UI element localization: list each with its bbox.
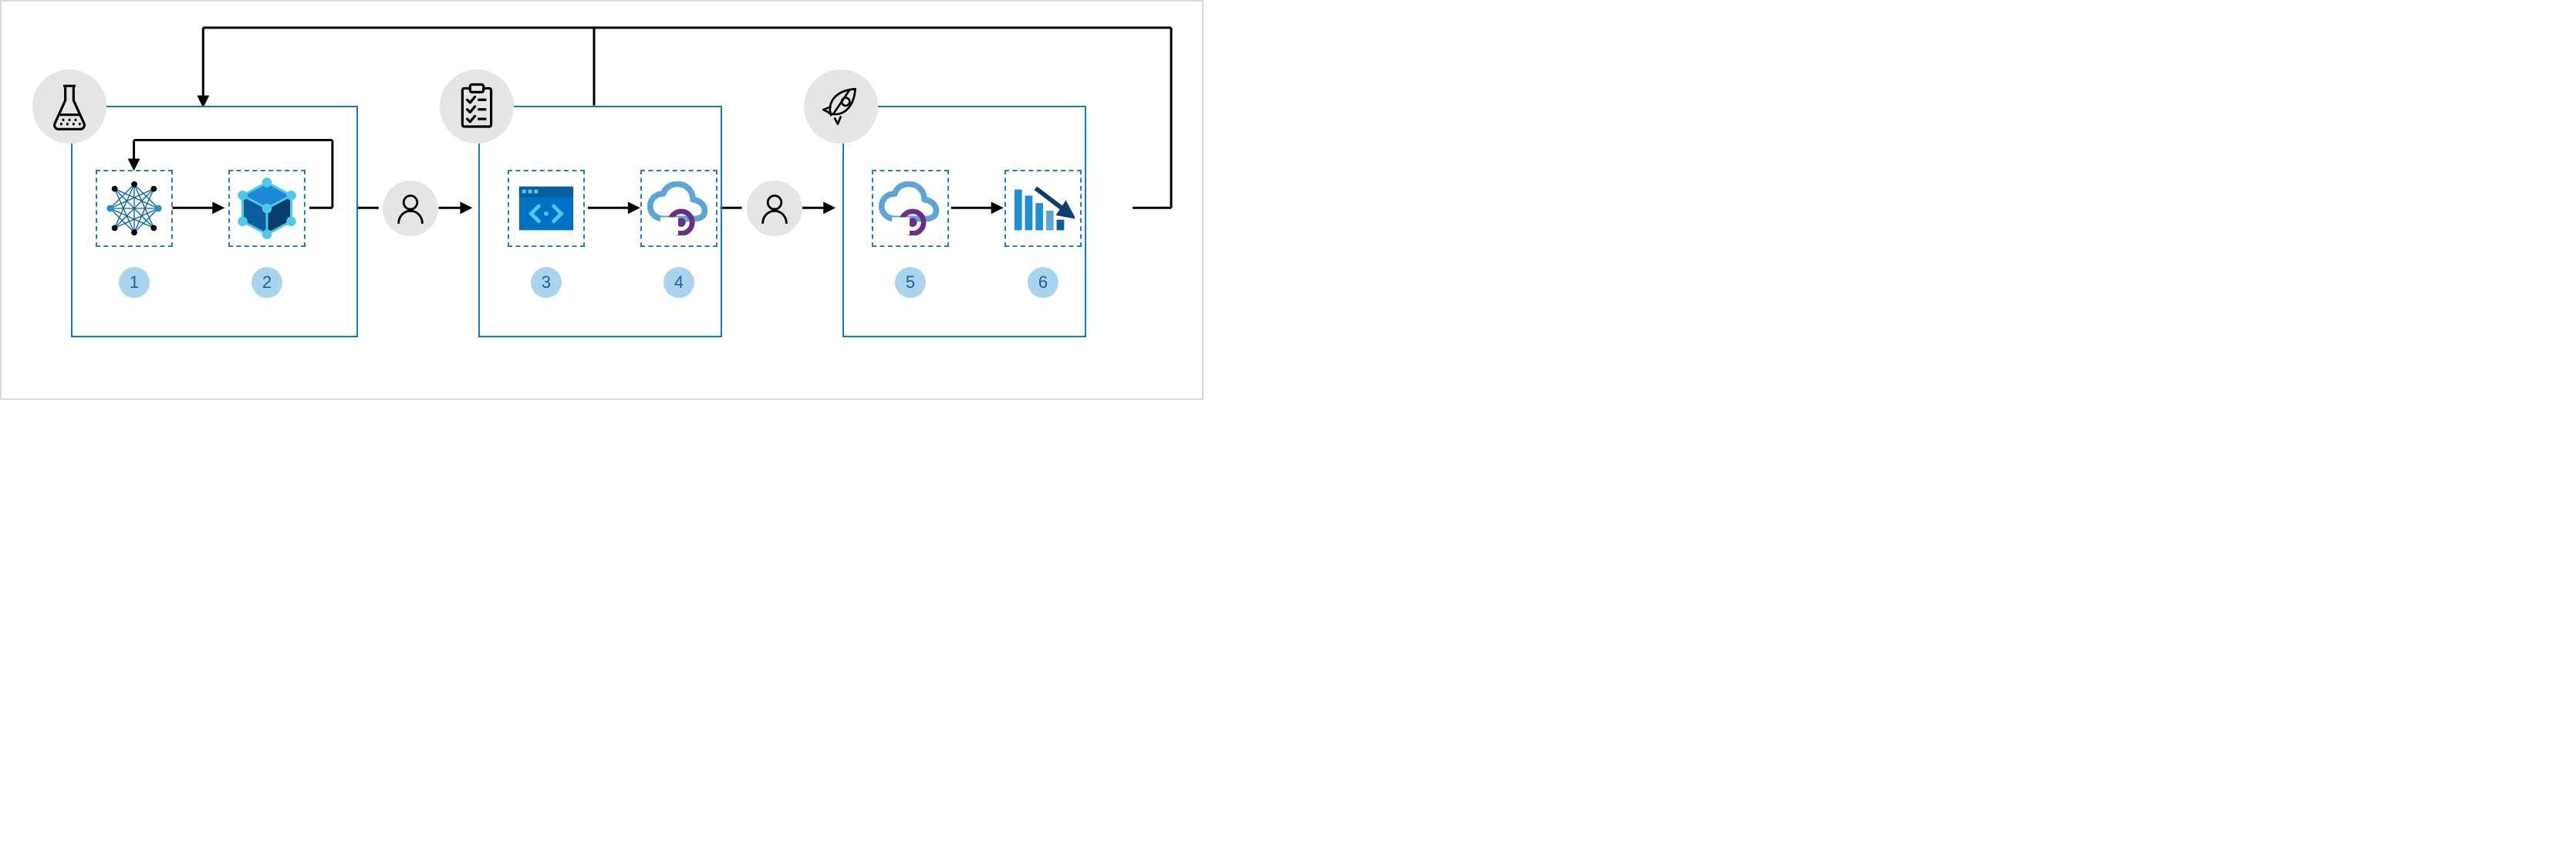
step-1-tile: [96, 170, 173, 247]
rocket-icon: [804, 69, 878, 144]
step-badge-4: 4: [663, 267, 694, 298]
step-6-tile: [1004, 170, 1082, 247]
step-badge-5: 5: [895, 267, 926, 298]
flask-icon: [32, 69, 106, 144]
step-4-tile: [640, 170, 717, 247]
architecture-diagram: 1 2: [0, 0, 1204, 400]
step-5-tile: [872, 170, 949, 247]
user-icon: [747, 181, 802, 236]
code-window-icon: [516, 183, 576, 234]
cloud-service-icon: [877, 181, 944, 235]
cloud-service-icon: [646, 181, 712, 235]
step-badge-1: 1: [119, 267, 150, 298]
neural-net-icon: [104, 178, 164, 239]
step-badge-2: 2: [252, 267, 282, 298]
step-2-tile: [228, 170, 306, 247]
step-3-tile: [508, 170, 585, 247]
user-icon: [383, 181, 438, 236]
step-badge-6: 6: [1028, 267, 1058, 298]
step-badge-3: 3: [531, 267, 562, 298]
drift-chart-icon: [1011, 181, 1075, 235]
clipboard-icon: [440, 69, 514, 144]
cube-icon: [235, 176, 299, 241]
